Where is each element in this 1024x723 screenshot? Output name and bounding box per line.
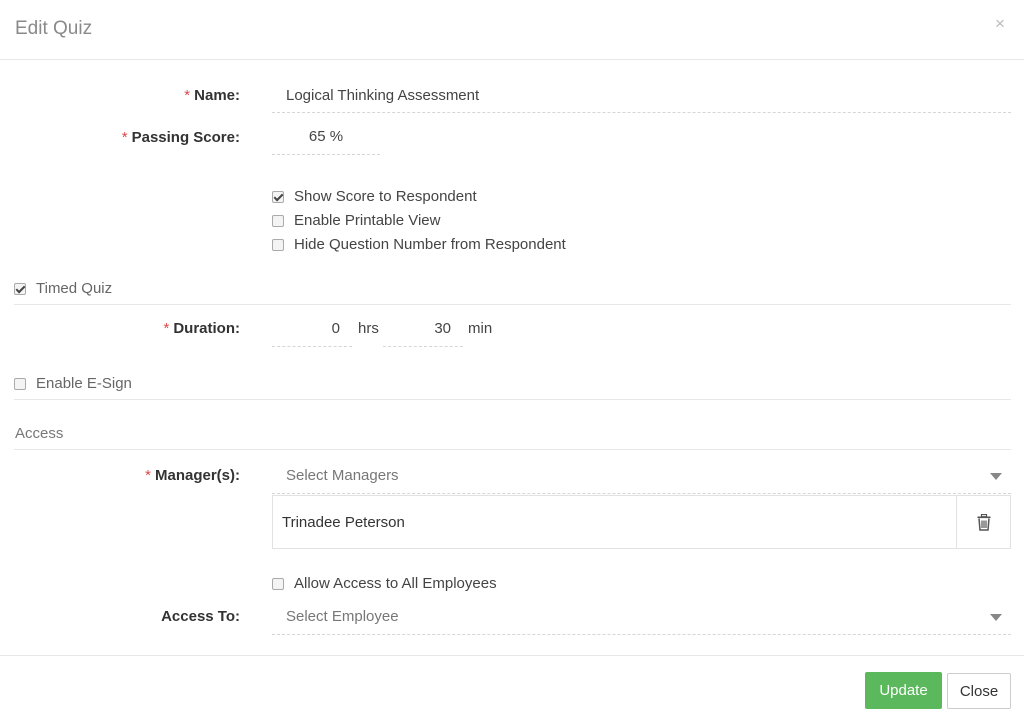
managers-select[interactable]: Select Managers bbox=[272, 459, 1011, 494]
checkbox-checked-icon[interactable] bbox=[14, 282, 26, 295]
checkbox-icon[interactable] bbox=[272, 577, 284, 590]
managers-label: * Manager(s): bbox=[145, 467, 240, 484]
duration-minutes-input[interactable]: 30 bbox=[383, 312, 463, 347]
show-score-option[interactable]: Show Score to Respondent bbox=[272, 188, 477, 205]
access-to-label: Access To: bbox=[161, 608, 240, 625]
allow-all-employees-option[interactable]: Allow Access to All Employees bbox=[272, 575, 497, 592]
required-marker: * bbox=[184, 87, 191, 104]
managers-placeholder: Select Managers bbox=[286, 467, 399, 484]
footer-divider bbox=[0, 655, 1024, 656]
dialog-title: Edit Quiz bbox=[15, 18, 93, 39]
required-marker: * bbox=[121, 129, 128, 146]
printable-view-label: Enable Printable View bbox=[294, 212, 441, 229]
checkbox-icon[interactable] bbox=[272, 238, 284, 251]
close-button[interactable]: Close bbox=[947, 673, 1011, 709]
name-input[interactable]: Logical Thinking Assessment bbox=[272, 79, 1011, 113]
checkbox-icon[interactable] bbox=[272, 214, 284, 227]
header-divider bbox=[0, 59, 1024, 60]
access-to-placeholder: Select Employee bbox=[286, 608, 399, 625]
esign-label: Enable E-Sign bbox=[36, 375, 132, 392]
esign-divider bbox=[14, 399, 1011, 400]
hide-question-number-option[interactable]: Hide Question Number from Respondent bbox=[272, 236, 566, 253]
timed-quiz-label: Timed Quiz bbox=[36, 280, 113, 297]
access-to-select[interactable]: Select Employee bbox=[272, 600, 1011, 635]
duration-hours-input[interactable]: 0 bbox=[272, 312, 352, 347]
timed-quiz-toggle[interactable]: Timed Quiz bbox=[14, 280, 112, 297]
show-score-label: Show Score to Respondent bbox=[294, 188, 477, 205]
chevron-down-icon[interactable] bbox=[990, 614, 1002, 621]
passing-score-input[interactable]: 65 % bbox=[272, 120, 380, 155]
passing-score-label: * Passing Score: bbox=[121, 129, 240, 146]
update-button[interactable]: Update bbox=[865, 672, 942, 709]
name-label: * Name: bbox=[184, 87, 240, 104]
esign-toggle[interactable]: Enable E-Sign bbox=[14, 375, 132, 392]
delete-manager-button[interactable] bbox=[957, 496, 1010, 548]
checkbox-checked-icon[interactable] bbox=[272, 190, 284, 203]
allow-all-employees-label: Allow Access to All Employees bbox=[294, 575, 497, 592]
access-divider bbox=[14, 449, 1011, 450]
selected-managers-list: Trinadee Peterson bbox=[272, 495, 1011, 549]
minutes-unit: min bbox=[468, 320, 493, 337]
required-marker: * bbox=[145, 467, 151, 484]
duration-label: * Duration: bbox=[163, 320, 240, 337]
required-marker: * bbox=[163, 320, 170, 337]
hide-question-number-label: Hide Question Number from Respondent bbox=[294, 236, 566, 253]
manager-name: Trinadee Peterson bbox=[282, 514, 405, 531]
trash-icon bbox=[977, 513, 990, 531]
hours-unit: hrs bbox=[358, 320, 379, 337]
checkbox-icon[interactable] bbox=[14, 377, 26, 390]
chevron-down-icon[interactable] bbox=[990, 473, 1002, 480]
close-icon[interactable]: × bbox=[995, 14, 1005, 34]
printable-view-option[interactable]: Enable Printable View bbox=[272, 212, 440, 229]
access-section-title: Access bbox=[15, 425, 64, 442]
timed-quiz-divider bbox=[14, 304, 1011, 305]
